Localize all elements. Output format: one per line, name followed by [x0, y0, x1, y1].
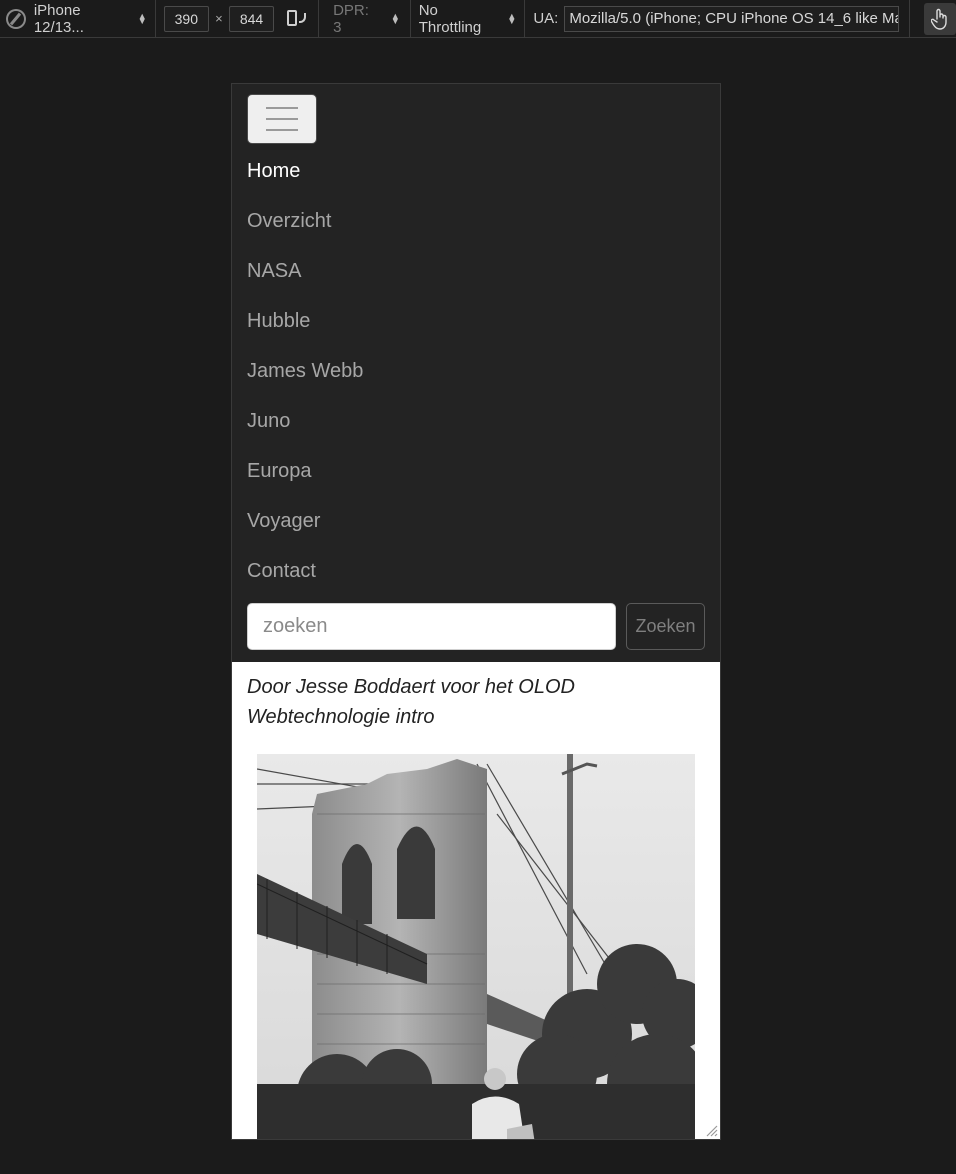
photo-bridge-portrait: [257, 754, 695, 1139]
hamburger-line: [266, 107, 298, 109]
author-byline: Door Jesse Boddaert voor het OLOD Webtec…: [247, 676, 575, 728]
updown-arrows-icon: ▲ ▼: [390, 10, 400, 26]
hamburger-line: [266, 118, 298, 120]
device-name: iPhone 12/13...: [33, 1, 84, 36]
throttling-label: No Throttling: [418, 1, 482, 36]
navbar-toggler-button[interactable]: [247, 94, 317, 144]
nav-item-james-webb[interactable]: James Webb: [247, 346, 705, 396]
search-input[interactable]: [247, 603, 616, 650]
user-agent-input[interactable]: Mozilla/5.0 (iPhone; CPU iPhone OS 14_6 …: [564, 5, 900, 32]
throttling-select[interactable]: No Throttling ▲ ▼: [411, 2, 525, 36]
height-input[interactable]: 844: [228, 5, 275, 32]
ua-label: UA:: [533, 10, 559, 27]
devtools-device-toolbar: iPhone 12/13... ▲ ▼ 390 × 844 DPR: 3 ▲ ▼ N…: [0, 0, 956, 38]
updown-arrows-icon: ▲ ▼: [137, 10, 147, 26]
toolbar-divider: [154, 0, 156, 38]
rotate-device-icon[interactable]: [284, 7, 308, 31]
hand-pointer-icon: [931, 8, 947, 30]
compass-icon: [6, 8, 26, 29]
toolbar-divider: [909, 0, 911, 38]
width-input[interactable]: 390: [163, 5, 210, 32]
updown-arrows-icon: ▲ ▼: [507, 10, 517, 26]
nav-item-home[interactable]: Home: [247, 146, 705, 196]
navbar: Home Overzicht NASA Hubble James Webb Ju…: [232, 84, 720, 662]
times-symbol: ×: [215, 11, 223, 26]
nav-item-juno[interactable]: Juno: [247, 396, 705, 446]
nav-item-voyager[interactable]: Voyager: [247, 496, 705, 546]
nav-list: Home Overzicht NASA Hubble James Webb Ju…: [247, 146, 705, 596]
nav-item-contact[interactable]: Contact: [247, 546, 705, 596]
main-content: Door Jesse Boddaert voor het OLOD Webtec…: [232, 662, 720, 1139]
touch-emulation-button[interactable]: [924, 2, 956, 35]
device-select[interactable]: iPhone 12/13... ▲ ▼: [34, 2, 155, 36]
hamburger-line: [266, 129, 298, 131]
search-button[interactable]: Zoeken: [626, 603, 705, 650]
search-form: Zoeken: [247, 603, 705, 650]
resize-handle-icon[interactable]: [704, 1123, 718, 1137]
nav-item-overzicht[interactable]: Overzicht: [247, 196, 705, 246]
emulated-viewport: Home Overzicht NASA Hubble James Webb Ju…: [231, 83, 721, 1140]
nav-item-nasa[interactable]: NASA: [247, 246, 705, 296]
nav-item-europa[interactable]: Europa: [247, 446, 705, 496]
nav-item-hubble[interactable]: Hubble: [247, 296, 705, 346]
dpr-label: DPR: 3: [333, 1, 369, 36]
dpr-select[interactable]: DPR: 3 ▲ ▼: [319, 2, 410, 36]
